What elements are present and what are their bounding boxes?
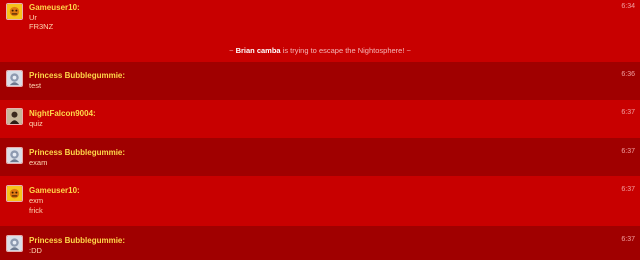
message-text: Ur [29,13,37,22]
chat-message: Gameuser10: Ur FR3NZ 6:34 ~ Brian camba … [0,0,640,62]
chat-message: Gameuser10: exm frick 6:37 [0,176,640,226]
chat-message: Princess Bubblegummie: :DD 6:37 [0,226,640,260]
system-notice-user[interactable]: Brian camba [236,46,281,55]
message-text: FR3NZ [29,22,54,31]
message-author[interactable]: Princess Bubblegummie: [29,148,125,157]
system-notice: ~ Brian camba is trying to escape the Ni… [0,46,640,55]
user-avatar[interactable] [6,235,23,252]
message-text: frick [29,206,43,215]
user-avatar[interactable] [6,108,23,125]
message-timestamp: 6:37 [621,186,635,193]
message-timestamp: 6:34 [621,3,635,10]
message-author[interactable]: Gameuser10: [29,186,80,195]
message-text: quiz [29,119,43,128]
message-author[interactable]: Princess Bubblegummie: [29,236,125,245]
message-timestamp: 6:37 [621,109,635,116]
user-avatar[interactable] [6,185,23,202]
message-text: exam [29,158,48,167]
chat-message: Princess Bubblegummie: exam 6:37 [0,138,640,176]
user-avatar[interactable] [6,147,23,164]
message-timestamp: 6:37 [621,236,635,243]
chat-message: NightFalcon9004: quiz 6:37 [0,100,640,138]
message-author[interactable]: Princess Bubblegummie: [29,71,125,80]
message-text: test [29,81,42,90]
chat-feed: Gameuser10: Ur FR3NZ 6:34 ~ Brian camba … [0,0,640,260]
message-timestamp: 6:36 [621,71,635,78]
user-avatar[interactable] [6,70,23,87]
message-text: :DD [29,246,42,255]
message-text: exm [29,196,44,205]
message-author[interactable]: Gameuser10: [29,3,80,12]
system-notice-text: is trying to escape the Nightosphere! ~ [280,46,411,55]
chat-message: Princess Bubblegummie: test 6:36 [0,62,640,100]
message-author[interactable]: NightFalcon9004: [29,109,96,118]
user-avatar[interactable] [6,3,23,20]
message-timestamp: 6:37 [621,148,635,155]
